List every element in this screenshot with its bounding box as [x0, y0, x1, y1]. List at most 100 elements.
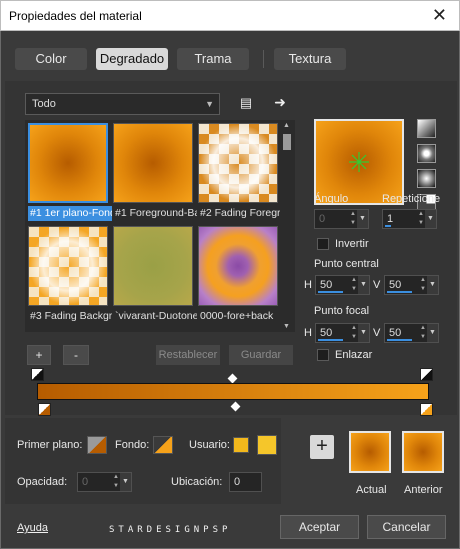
accept-button[interactable]: Aceptar — [280, 515, 359, 539]
tab-trama[interactable]: Trama — [177, 48, 249, 70]
location-field[interactable]: 0 — [229, 472, 262, 492]
spin-arrows-icon[interactable]: ▲ ▼ — [350, 210, 356, 228]
gallery-item-label[interactable]: 0000-fore+back — [198, 309, 282, 324]
focal-h-level — [318, 339, 343, 341]
gallery-item-thumbnail[interactable] — [28, 226, 108, 306]
add-to-swatches-button[interactable]: + — [310, 435, 334, 459]
link-label: Enlazar — [335, 349, 373, 361]
opacity-value: 0 — [82, 476, 89, 488]
focal-v-value: 50 — [389, 327, 402, 339]
gallery-item-label[interactable]: `vivarant-Duotone — [113, 309, 197, 324]
close-icon[interactable]: ✕ — [432, 5, 447, 26]
background-swatch[interactable] — [153, 436, 173, 454]
radial-style-icon[interactable] — [417, 169, 436, 188]
chevron-down-icon[interactable]: ▼ — [427, 276, 438, 294]
gallery-item-thumbnail[interactable] — [198, 123, 278, 203]
focal-h-stepper[interactable]: 50 ▲ ▼ ▼ — [315, 323, 370, 343]
repeat-stepper[interactable]: 1 ▲ ▼ ▼ — [382, 209, 437, 229]
chevron-down-icon[interactable]: ▼ — [427, 324, 438, 342]
category-value: Todo — [32, 98, 56, 110]
focal-v-stepper[interactable]: 50 ▲ ▼ ▼ — [384, 323, 439, 343]
foreground-label: Primer plano: — [17, 439, 83, 451]
gallery-item-thumbnail[interactable] — [113, 123, 193, 203]
tab-color[interactable]: Color — [15, 48, 87, 70]
center-point-label: Punto central — [314, 258, 379, 270]
reset-button[interactable]: Restablecer — [156, 345, 220, 365]
color-stop-start[interactable] — [38, 403, 51, 416]
current-label: Actual — [356, 484, 387, 496]
center-v-stepper[interactable]: 50 ▲ ▼ ▼ — [384, 275, 439, 295]
chevron-down-icon[interactable]: ▼ — [120, 473, 131, 491]
background-label: Fondo: — [115, 439, 150, 451]
scroll-thumb[interactable] — [283, 134, 291, 150]
gallery-item-thumbnail[interactable] — [28, 123, 108, 203]
category-dropdown[interactable]: Todo ▼ — [25, 93, 220, 115]
location-label: Ubicación: — [171, 476, 223, 488]
user-color-swatch[interactable] — [233, 437, 249, 453]
foreground-swatch[interactable] — [87, 436, 107, 454]
center-h-label: H — [304, 279, 312, 291]
chevron-down-icon[interactable]: ▼ — [357, 210, 368, 228]
angle-stepper[interactable]: 0 ▲ ▼ ▼ — [314, 209, 369, 229]
spin-arrows-icon[interactable]: ▲ ▼ — [113, 473, 119, 491]
gallery-item-thumbnail[interactable] — [198, 226, 278, 306]
gradient-gallery: #1 1er plano-Fondo #1 Foreground-Backgro… — [25, 120, 295, 332]
focal-v-label: V — [373, 327, 381, 339]
spin-arrows-icon[interactable]: ▲ ▼ — [420, 276, 426, 294]
invert-checkbox[interactable] — [317, 238, 329, 250]
spin-arrows-icon[interactable]: ▲ ▼ — [351, 276, 357, 294]
invert-label: Invertir — [335, 238, 369, 250]
opacity-stop-end[interactable] — [420, 368, 433, 381]
center-h-stepper[interactable]: 50 ▲ ▼ ▼ — [315, 275, 370, 295]
current-preview[interactable] — [349, 431, 391, 473]
dialog-body: Color Degradado Trama Textura Todo ▼ ▤ ➜… — [0, 31, 460, 549]
focal-h-label: H — [304, 327, 312, 339]
color-stop-end[interactable] — [420, 403, 433, 416]
help-link[interactable]: Ayuda — [17, 522, 48, 534]
center-crosshair-icon[interactable] — [316, 121, 402, 203]
gallery-item-label[interactable]: #1 1er plano-Fondo — [28, 206, 112, 221]
repeat-value: 1 — [387, 213, 394, 225]
opacity-stepper[interactable]: 0 ▲ ▼ ▼ — [77, 472, 132, 492]
spin-arrows-icon[interactable]: ▲ ▼ — [418, 210, 424, 228]
tab-degradado[interactable]: Degradado — [96, 48, 168, 70]
gallery-item-label[interactable]: #1 Foreground-Background — [113, 206, 197, 221]
chevron-down-icon[interactable]: ▼ — [358, 324, 369, 342]
previous-label: Anterior — [404, 484, 443, 496]
tab-separator — [263, 50, 264, 68]
cancel-button[interactable]: Cancelar — [367, 515, 446, 539]
opacity-label: Opacidad: — [17, 476, 68, 488]
gradient-bar[interactable] — [37, 383, 429, 400]
spin-arrows-icon[interactable]: ▲ ▼ — [351, 324, 357, 342]
user-color-picker[interactable] — [257, 435, 277, 455]
spin-arrows-icon[interactable]: ▲ ▼ — [420, 324, 426, 342]
scroll-down-icon[interactable]: ▼ — [283, 323, 290, 330]
link-checkbox[interactable] — [317, 349, 329, 361]
gallery-item-label[interactable]: #2 Fading Foreground — [198, 206, 282, 221]
opacity-stop-start[interactable] — [31, 368, 44, 381]
linear-style-icon[interactable] — [417, 119, 436, 138]
window-title: Propiedades del material — [9, 9, 142, 23]
tab-textura[interactable]: Textura — [274, 48, 346, 70]
gallery-scrollbar[interactable]: ▲ ▼ — [280, 120, 294, 332]
chevron-down-icon: ▼ — [205, 99, 214, 109]
gallery-item-label[interactable]: #3 Fading Background — [28, 309, 112, 324]
center-v-level — [387, 291, 412, 293]
previous-preview[interactable] — [402, 431, 444, 473]
remove-gradient-button[interactable]: - — [63, 345, 89, 365]
chevron-down-icon[interactable]: ▼ — [358, 276, 369, 294]
center-h-level — [318, 291, 343, 293]
save-button[interactable]: Guardar — [229, 345, 293, 365]
clipboard-icon[interactable]: ▤ — [238, 95, 254, 111]
scroll-up-icon[interactable]: ▲ — [283, 122, 290, 129]
angle-label: Ángulo — [314, 193, 349, 205]
center-v-label: V — [373, 279, 381, 291]
rectangular-style-icon[interactable] — [417, 144, 436, 163]
add-gradient-button[interactable]: + — [27, 345, 51, 365]
user-label: Usuario: — [189, 439, 230, 451]
repeat-label: Repeticione — [382, 193, 441, 205]
chevron-down-icon[interactable]: ▼ — [425, 210, 436, 228]
arrow-right-icon[interactable]: ➜ — [272, 94, 288, 110]
watermark: STARDESIGNPSP — [109, 525, 232, 535]
gallery-item-thumbnail[interactable] — [113, 226, 193, 306]
